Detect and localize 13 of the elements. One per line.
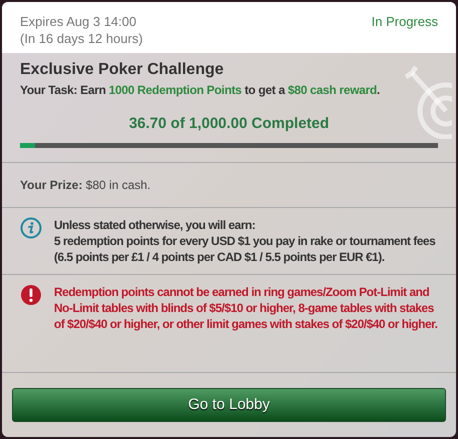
expiry-date: Expires Aug 3 14:00 (20, 13, 138, 30)
notice-text: 5 redemption points for every USD $1 you pay in rake or tournament fees (6.5 points per £1 / 4 points per CAD $1 / 5.5 points per EUR €1). (54, 232, 436, 264)
challenge-title: Exclusive Poker Challenge (20, 60, 225, 80)
warning-icon (20, 284, 42, 306)
notice-heading: Unless stated otherwise, you will earn: (54, 216, 256, 232)
progress-text: 36.70 of 1,000.00 Completed (128, 114, 330, 134)
notice-text: Redemption points cannot be earned in ring games/Zoom Pot-Limit and No-Limit tables with blinds of $5/$10 or higher, 8-game tables with stakes of $20/$40 or higher, or other limit games with stakes of $20/$40 or higher. (54, 284, 438, 332)
status-label: In Progress (372, 13, 438, 30)
task-description: Your Task: Earn 1000 Redemption Points to get a $80 cash reward. (20, 82, 381, 99)
prize-text: Your Prize: $80 in cash. (20, 178, 151, 192)
time-remaining: (In 16 days 12 hours) (20, 30, 143, 47)
info-icon (20, 216, 42, 238)
go-to-lobby-button[interactable]: Go to Lobby (12, 388, 446, 422)
